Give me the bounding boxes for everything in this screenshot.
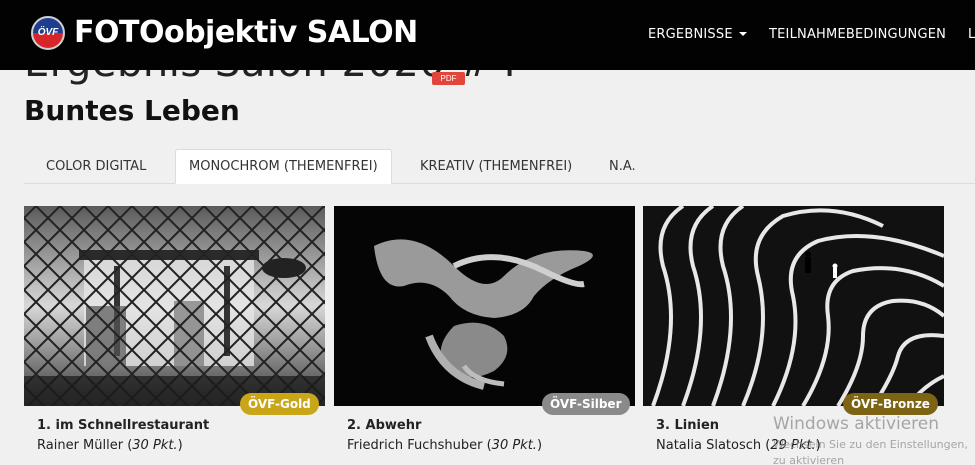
logo-text: ÖVF — [37, 27, 59, 38]
pdf-download-link[interactable]: PDF — [432, 72, 465, 85]
brand-title[interactable]: FOTOobjektiv SALON — [74, 15, 418, 50]
tab-color-digital[interactable]: COLOR DIGITAL — [33, 149, 159, 184]
author-name-2: Friedrich Fuchshuber — [347, 438, 483, 453]
photo-linien[interactable] — [643, 206, 944, 406]
nav-ergebnisse-label: ERGEBNISSE — [648, 27, 733, 42]
author-name-1: Rainer Müller — [37, 438, 124, 453]
windows-activation-title: Windows aktivieren — [773, 414, 940, 434]
award-badge-silver: ÖVF-Silber — [542, 393, 630, 415]
photo-schnellrestaurant[interactable] — [24, 206, 325, 406]
photo-abwehr[interactable] — [334, 206, 635, 406]
author-name-3: Natalia Slatosch — [656, 438, 762, 453]
author-points-2: 30 Pkt. — [491, 438, 537, 453]
result-author-1: Rainer Müller (30 Pkt.) — [37, 438, 183, 453]
tab-kreativ[interactable]: KREATIV (THEMENFREI) — [407, 149, 585, 184]
nav-teilnahmebedingungen[interactable]: TEILNAHMEBEDINGUNGEN — [769, 27, 946, 42]
award-badge-gold: ÖVF-Gold — [240, 393, 319, 415]
result-title-3: 3. Linien — [656, 418, 720, 433]
page-subtitle: Buntes Leben — [24, 94, 240, 127]
ovf-logo[interactable]: ÖVF — [31, 16, 65, 50]
windows-activation-line2: zu aktivieren — [773, 454, 845, 465]
tab-monochrom[interactable]: MONOCHROM (THEMENFREI) — [175, 149, 392, 184]
result-author-2: Friedrich Fuchshuber (30 Pkt.) — [347, 438, 543, 453]
nav-item-cut[interactable]: L — [968, 27, 975, 42]
result-title-1: 1. im Schnellrestaurant — [37, 418, 210, 433]
author-points-1: 30 Pkt. — [132, 438, 178, 453]
top-navbar: ÖVF FOTOobjektiv SALON ERGEBNISSE TEILNA… — [0, 0, 975, 70]
award-badge-bronze: ÖVF-Bronze — [843, 393, 938, 415]
tab-na[interactable]: N.A. — [596, 149, 649, 184]
windows-activation-text: Wechseln Sie zu den Einstellungen, zu ak… — [773, 437, 968, 465]
windows-activation-line1: Wechseln Sie zu den Einstellungen, — [773, 438, 968, 451]
nav-ergebnisse[interactable]: ERGEBNISSE — [648, 27, 747, 42]
caret-down-icon — [738, 32, 747, 36]
result-title-2: 2. Abwehr — [347, 418, 422, 433]
